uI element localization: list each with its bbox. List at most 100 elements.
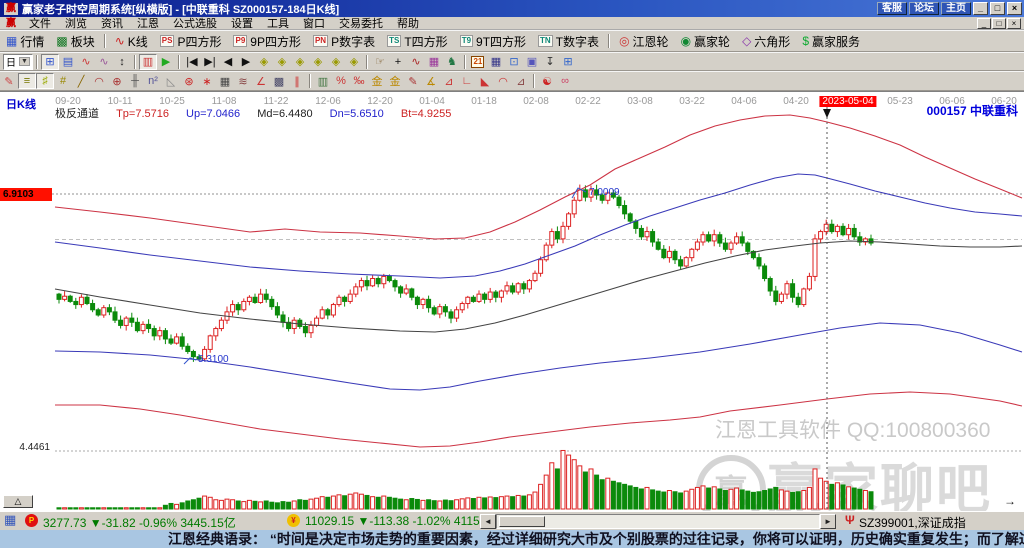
menu-工具[interactable]: 工具 (260, 15, 296, 31)
child-close-button[interactable]: × (1007, 18, 1021, 29)
fib-arc-icon[interactable]: ◠ (494, 73, 512, 89)
price-levels-icon[interactable]: ♯ (36, 73, 54, 89)
percent-lines-icon[interactable]: % (332, 73, 350, 89)
restore-button[interactable]: □ (990, 2, 1005, 15)
expand-volume-button[interactable]: △ (3, 495, 33, 508)
trend-steps-icon[interactable]: ∟ (458, 73, 476, 89)
golden-section-icon[interactable]: 金 (368, 73, 386, 89)
minimize-button[interactable]: _ (973, 2, 988, 15)
scrollbar-left-arrow[interactable]: ◄ (480, 514, 496, 529)
menu-窗口[interactable]: 窗口 (296, 15, 332, 31)
crosshair-tool-icon[interactable]: + (389, 54, 407, 70)
brush-icon[interactable]: ✎ (404, 73, 422, 89)
p-square-button[interactable]: PSP四方形 (154, 32, 228, 51)
gann-line-icon[interactable]: ╱ (72, 73, 90, 89)
fan-tool-icon[interactable]: ◺ (162, 73, 180, 89)
nav-last-icon[interactable]: ▶| (201, 54, 219, 70)
n2-tool-icon[interactable]: n² (144, 73, 162, 89)
flag-icon[interactable]: ▶ (157, 54, 175, 70)
grid-tool-icon[interactable]: ╫ (126, 73, 144, 89)
p-table-button[interactable]: PNP数字表 (307, 32, 381, 51)
t-square-button[interactable]: TST四方形 (381, 32, 454, 51)
menu-交易委托[interactable]: 交易委托 (332, 15, 390, 31)
wave-tool-icon[interactable]: ≋ (234, 73, 252, 89)
menu-资讯[interactable]: 资讯 (94, 15, 130, 31)
9p-square-button[interactable]: P99P四方形 (227, 32, 306, 51)
parallel-tool-icon[interactable]: ∥ (288, 73, 306, 89)
shanghai-index-icon[interactable]: P (25, 514, 38, 527)
gann-wheel-button[interactable]: ◎江恩轮 (613, 32, 675, 51)
permille-lines-icon[interactable]: ‰ (350, 73, 368, 89)
zoom-diamond-6-icon[interactable]: ◈ (345, 54, 363, 70)
network-icon[interactable]: ⊞ (559, 54, 577, 70)
pen-tool-icon[interactable]: ✎ (0, 73, 18, 89)
market-grid-icon[interactable]: ▦ (4, 512, 16, 528)
zoom-diamond-4-icon[interactable]: ◈ (309, 54, 327, 70)
chart-canvas[interactable]: 江恩工具软件 QQ:100800360赢赢家聊吧jiaoba.yi4.44611… (0, 91, 1024, 511)
zoom-diamond-2-icon[interactable]: ◈ (273, 54, 291, 70)
menu-浏览[interactable]: 浏览 (58, 15, 94, 31)
titlebar-主页-button[interactable]: 主页 (941, 2, 971, 15)
9t-square-button[interactable]: T99T四方形 (454, 32, 532, 51)
menu-公式选股[interactable]: 公式选股 (166, 15, 224, 31)
trendline-tool-icon[interactable]: ∿ (407, 54, 425, 70)
matrix-tool-icon[interactable]: ▩ (270, 73, 288, 89)
overlay-line-icon[interactable]: ∿ (77, 54, 95, 70)
save-icon[interactable]: ▣ (523, 54, 541, 70)
infinity-icon[interactable]: ∞ (556, 73, 574, 89)
winner-service-button[interactable]: $赢家服务 (796, 32, 866, 51)
nav-first-icon[interactable]: |◀ (183, 54, 201, 70)
arc-tool-icon[interactable]: ◠ (90, 73, 108, 89)
info-window-icon[interactable]: ▤ (59, 54, 77, 70)
scale-toggle-icon[interactable]: ↕ (113, 54, 131, 70)
child-minimize-button[interactable]: _ (977, 18, 991, 29)
shenzhen-index-icon[interactable]: ¥ (287, 514, 300, 527)
angle-tool-icon[interactable]: ∠ (252, 73, 270, 89)
menu-设置[interactable]: 设置 (224, 15, 260, 31)
menu-文件[interactable]: 文件 (22, 15, 58, 31)
measure-icon[interactable]: ⊿ (512, 73, 530, 89)
export-icon[interactable]: ↧ (541, 54, 559, 70)
chip-grid-icon[interactable]: ▦ (425, 54, 443, 70)
compare-line-icon[interactable]: ∿ (95, 54, 113, 70)
star-tool-icon[interactable]: ∗ (198, 73, 216, 89)
hline-levels-icon[interactable]: ≡ (18, 73, 36, 89)
rights-adjust-icon[interactable]: ▥ (139, 54, 157, 70)
nav-prev-icon[interactable]: ◀ (219, 54, 237, 70)
zoom-diamond-5-icon[interactable]: ◈ (327, 54, 345, 70)
zoom-diamond-3-icon[interactable]: ◈ (291, 54, 309, 70)
multi-window-icon[interactable]: ⊞ (41, 54, 59, 70)
hexagon-button[interactable]: ◇六角形 (736, 32, 796, 51)
child-restore-button[interactable]: □ (992, 18, 1006, 29)
status-scrollbar[interactable]: ◄ ► (480, 514, 836, 529)
calculator-icon[interactable]: ▦ (487, 54, 505, 70)
time-levels-icon[interactable]: # (54, 73, 72, 89)
menu-江恩[interactable]: 江恩 (130, 15, 166, 31)
wedge-icon[interactable]: ⊿ (440, 73, 458, 89)
scrollbar-thumb[interactable] (499, 516, 545, 527)
mascot-icon[interactable]: ♞ (443, 54, 461, 70)
target-tool-icon[interactable]: ⊛ (180, 73, 198, 89)
sectors-button[interactable]: ▩板块 (50, 32, 100, 51)
titlebar-论坛-button[interactable]: 论坛 (909, 2, 939, 15)
menu-帮助[interactable]: 帮助 (390, 15, 426, 31)
quotes-button[interactable]: ▦行情 (0, 32, 50, 51)
golden-box-icon[interactable]: 金 (386, 73, 404, 89)
monitor-icon[interactable]: ⊡ (505, 54, 523, 70)
zoom-diamond-1-icon[interactable]: ◈ (255, 54, 273, 70)
angle-up-icon[interactable]: ∡ (422, 73, 440, 89)
nav-next-icon[interactable]: ▶ (237, 54, 255, 70)
scrollbar-right-arrow[interactable]: ► (820, 514, 836, 529)
kline-button[interactable]: ∿K线 (109, 32, 154, 51)
period-selector[interactable]: 日▼ (3, 54, 33, 70)
winner-wheel-button[interactable]: ◉赢家轮 (675, 32, 737, 51)
t-table-button[interactable]: TNT数字表 (532, 32, 605, 51)
scroll-right-arrow[interactable]: → (1004, 494, 1016, 508)
close-button[interactable]: × (1007, 2, 1022, 15)
calendar-21-icon[interactable]: 21 (469, 54, 487, 70)
circle-tool-icon[interactable]: ⊕ (108, 73, 126, 89)
taiji-icon[interactable]: ☯ (538, 73, 556, 89)
hand-tool-icon[interactable]: ☞ (371, 54, 389, 70)
ruler-icon[interactable]: ▥ (314, 73, 332, 89)
box-select-icon[interactable]: ▦ (216, 73, 234, 89)
